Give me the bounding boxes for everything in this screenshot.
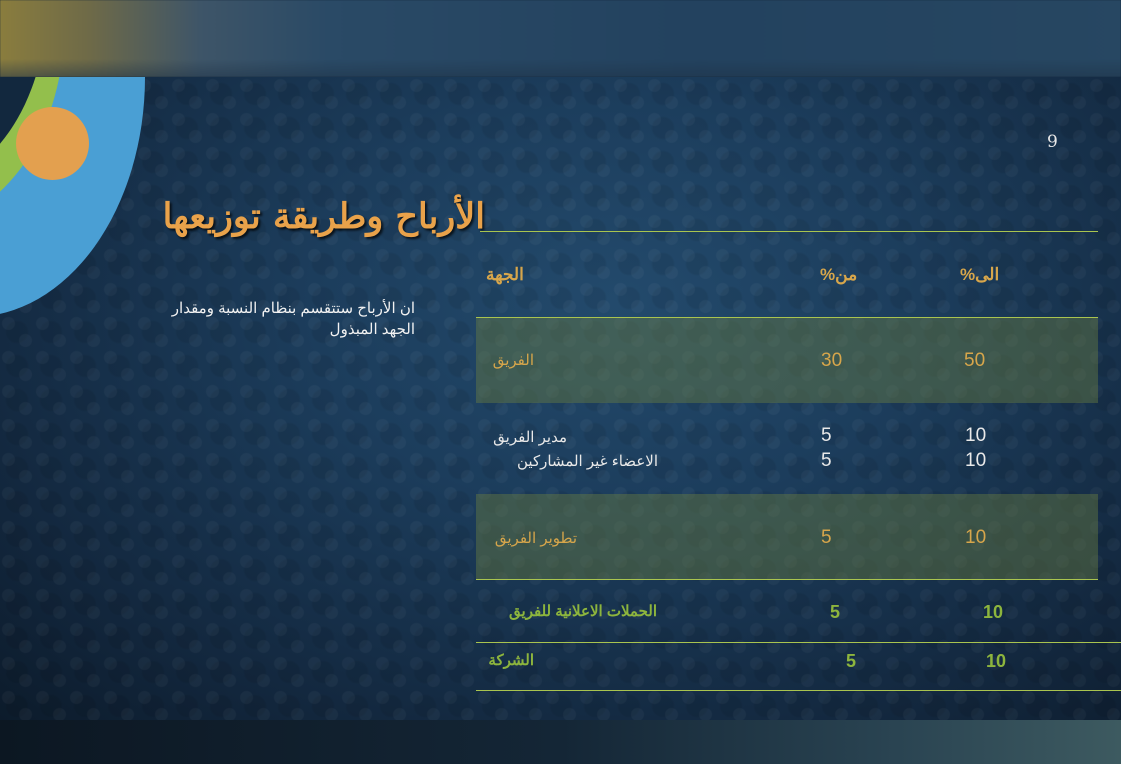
table-cell-entity: الفريق: [492, 352, 534, 369]
table-cell-from: 5: [821, 450, 832, 471]
title-underline: [480, 231, 1098, 232]
window-top-band: [0, 0, 1121, 77]
table-row-band: [476, 318, 1098, 403]
table-cell-from: 5: [830, 602, 841, 622]
table-cell-from: 5: [821, 527, 832, 548]
slide-page-number: 9: [1047, 132, 1058, 152]
table-cell-to: 50: [964, 350, 986, 371]
header-from: %من: [820, 265, 858, 284]
table-cell-entity: الاعضاء غير المشاركين: [517, 453, 658, 470]
slide-body-text: ان الأرباح ستتقسم بنظام النسبة ومقدار ال…: [171, 300, 415, 338]
table-rule: [476, 642, 1121, 643]
table-cell-to: 10: [986, 651, 1007, 671]
table-cell-from: 30: [821, 350, 843, 371]
table-cell-entity: الشركة: [488, 652, 534, 669]
table-cell-to: 10: [965, 425, 987, 446]
header-to: %الى: [960, 265, 1000, 284]
window-bottom-band: [0, 720, 1121, 764]
table-cell-to: 10: [965, 527, 987, 548]
table-cell-entity: الحملات الاعلانية للفريق: [509, 603, 657, 620]
table-cell-from: 5: [846, 651, 857, 671]
decorative-orange-circle: [16, 107, 89, 180]
table-cell-to: 10: [983, 602, 1004, 622]
header-entity: الجهة: [486, 265, 524, 284]
table-rule: [476, 579, 1098, 580]
table-cell-from: 5: [821, 425, 832, 446]
table-cell-to: 10: [965, 450, 987, 471]
table-cell-entity: مدير الفريق: [493, 429, 567, 446]
table-cell-entity: تطوير الفريق: [494, 530, 577, 547]
table-rule: [476, 690, 1121, 691]
slide-title: الأرباح وطريقة توزيعها: [162, 196, 485, 237]
